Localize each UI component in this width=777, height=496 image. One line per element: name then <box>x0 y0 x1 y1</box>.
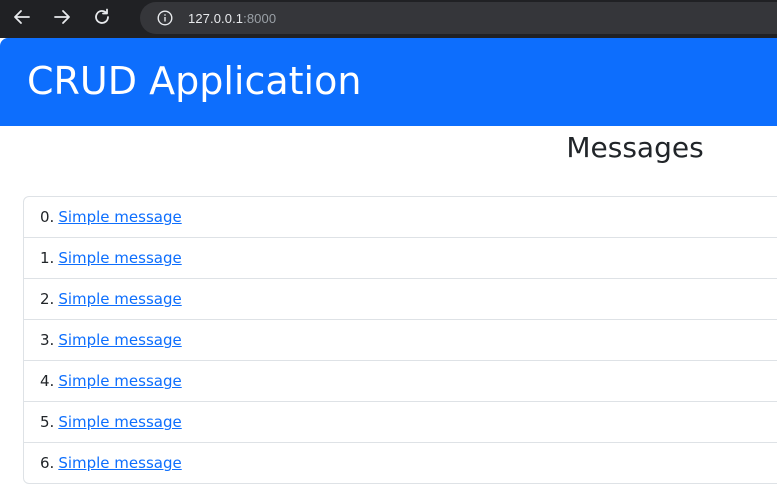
app-title: CRUD Application <box>27 59 362 103</box>
list-item: 6. Simple message <box>24 442 777 483</box>
message-index: 6. <box>40 454 55 472</box>
url-host: 127.0.0.1 <box>188 10 244 26</box>
message-link[interactable]: Simple message <box>58 331 181 349</box>
message-link[interactable]: Simple message <box>58 249 181 267</box>
page-title: Messages <box>566 131 704 164</box>
message-index: 4. <box>40 372 55 390</box>
back-arrow-icon <box>13 8 31 31</box>
list-item: 3. Simple message <box>24 319 777 360</box>
browser-toolbar: 127.0.0.1:8000 <box>0 0 777 38</box>
message-link[interactable]: Simple message <box>58 208 181 226</box>
address-bar[interactable]: 127.0.0.1:8000 <box>140 2 777 34</box>
reload-icon <box>93 8 111 31</box>
url-port: :8000 <box>243 10 277 26</box>
info-icon[interactable] <box>156 9 174 27</box>
message-list: 0. Simple message 1. Simple message 2. S… <box>23 196 777 484</box>
message-index: 5. <box>40 413 55 431</box>
message-link[interactable]: Simple message <box>58 413 181 431</box>
forward-button[interactable] <box>42 1 82 37</box>
message-index: 3. <box>40 331 55 349</box>
list-item: 4. Simple message <box>24 360 777 401</box>
list-item: 1. Simple message <box>24 237 777 278</box>
message-link[interactable]: Simple message <box>58 454 181 472</box>
message-index: 2. <box>40 290 55 308</box>
message-link[interactable]: Simple message <box>58 290 181 308</box>
app-header: CRUD Application <box>0 38 777 126</box>
back-button[interactable] <box>2 1 42 37</box>
message-index: 1. <box>40 249 55 267</box>
list-item: 0. Simple message <box>24 197 777 237</box>
message-index: 0. <box>40 208 55 226</box>
list-item: 2. Simple message <box>24 278 777 319</box>
list-item: 5. Simple message <box>24 401 777 442</box>
reload-button[interactable] <box>82 1 122 37</box>
message-link[interactable]: Simple message <box>58 372 181 390</box>
url-text[interactable]: 127.0.0.1:8000 <box>188 11 276 26</box>
forward-arrow-icon <box>53 8 71 31</box>
